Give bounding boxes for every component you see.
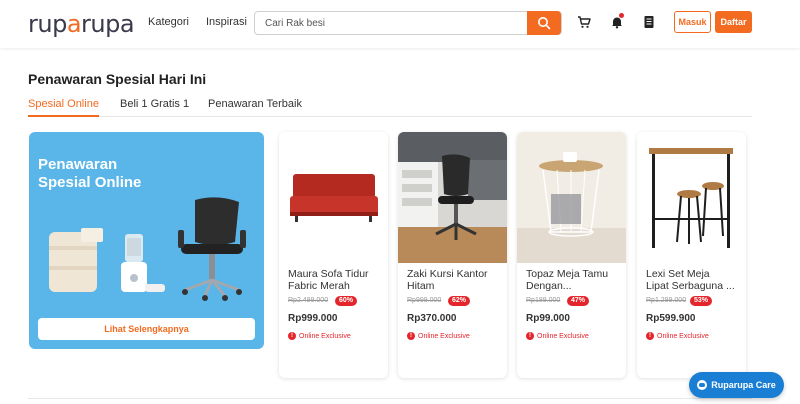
- search-icon: [538, 17, 551, 30]
- product-name-line1: Topaz Meja Tamu: [526, 268, 609, 280]
- product-image-coffee-table: [517, 132, 626, 263]
- discount-badge: 62%: [448, 296, 471, 306]
- receipt-icon[interactable]: [641, 13, 657, 31]
- online-exclusive-text: Online Exclusive: [299, 332, 351, 340]
- login-button[interactable]: Masuk: [674, 11, 711, 33]
- product-card[interactable]: Zaki Kursi Kantor Hitam Rp999.000 62% Rp…: [398, 132, 507, 378]
- banner-products-illustration: [49, 197, 246, 301]
- sale-price: Rp599.900: [646, 313, 696, 324]
- ruparupa-care-button[interactable]: Ruparupa Care: [689, 372, 784, 398]
- care-label: Ruparupa Care: [711, 380, 776, 390]
- online-exclusive-text: Online Exclusive: [418, 332, 470, 340]
- info-icon: !: [288, 332, 296, 340]
- promo-banner[interactable]: Penawaran Spesial Online Lihat Selengkap…: [29, 132, 264, 349]
- banner-title-line1: Penawaran: [38, 156, 118, 173]
- cart-icon[interactable]: [576, 13, 592, 31]
- product-card[interactable]: Lexi Set Meja Lipat Serbaguna ... Rp1.29…: [637, 132, 746, 378]
- product-image-bar-table-set: [637, 132, 746, 263]
- top-header: ruparupa Kategori Inspirasi Cari Rak bes…: [0, 0, 800, 48]
- chat-icon: [697, 380, 708, 390]
- online-exclusive-text: Online Exclusive: [657, 332, 709, 340]
- logo-text-accent: a: [66, 10, 82, 38]
- ruparupa-logo[interactable]: ruparupa: [28, 10, 135, 38]
- product-image-office-chair: [398, 132, 507, 263]
- product-name: Topaz Meja Tamu Dengan...: [526, 268, 622, 292]
- online-exclusive-label: ! Online Exclusive: [407, 332, 470, 340]
- logo-text-left: rup: [28, 10, 67, 38]
- info-icon: !: [407, 332, 415, 340]
- product-name-line1: Lexi Set Meja: [646, 268, 710, 280]
- sale-price: Rp370.000: [407, 313, 457, 324]
- online-exclusive-text: Online Exclusive: [537, 332, 589, 340]
- offer-tabs: Spesial Online Beli 1 Gratis 1 Penawaran…: [28, 98, 752, 117]
- discount-badge: 60%: [335, 296, 358, 306]
- tab-spesial-online[interactable]: Spesial Online: [28, 98, 99, 117]
- product-name-line1: Zaki Kursi Kantor: [407, 268, 488, 280]
- section-title: Penawaran Spesial Hari Ini: [28, 71, 207, 87]
- search-input[interactable]: Cari Rak besi: [265, 18, 325, 29]
- original-price: Rp999.000: [407, 297, 442, 304]
- product-name: Maura Sofa Tidur Fabric Merah: [288, 268, 384, 292]
- original-price: Rp1.299.000: [646, 297, 687, 304]
- product-image-sofa: [279, 132, 388, 263]
- original-price: Rp189.000: [526, 297, 561, 304]
- notification-dot: [619, 13, 624, 18]
- tab-penawaran-terbaik[interactable]: Penawaran Terbaik: [208, 98, 302, 117]
- info-icon: !: [526, 332, 534, 340]
- product-name-line2: Fabric Merah: [288, 280, 350, 292]
- logo-text-right: rupa: [81, 10, 135, 38]
- sale-price: Rp99.000: [526, 313, 570, 324]
- nav-inspirasi[interactable]: Inspirasi: [206, 16, 247, 28]
- discount-badge: 53%: [690, 296, 713, 306]
- product-card[interactable]: Topaz Meja Tamu Dengan... Rp189.000 47% …: [517, 132, 626, 378]
- discount-badge: 47%: [567, 296, 590, 306]
- info-icon: !: [646, 332, 654, 340]
- tab-beli-1-gratis-1[interactable]: Beli 1 Gratis 1: [120, 98, 189, 117]
- online-exclusive-label: ! Online Exclusive: [526, 332, 589, 340]
- product-name-line2: Lipat Serbaguna ...: [646, 280, 735, 292]
- nav-kategori[interactable]: Kategori: [148, 16, 189, 28]
- see-more-button[interactable]: Lihat Selengkapnya: [38, 318, 255, 340]
- product-name-line1: Maura Sofa Tidur: [288, 268, 369, 280]
- product-card[interactable]: Maura Sofa Tidur Fabric Merah Rp2.499.00…: [279, 132, 388, 378]
- notification-button[interactable]: [609, 13, 625, 31]
- section-divider: [28, 398, 752, 399]
- original-price: Rp2.499.000: [288, 297, 329, 304]
- search-bar[interactable]: Cari Rak besi: [254, 11, 562, 35]
- product-name-line2: Hitam: [407, 280, 435, 292]
- sale-price: Rp999.000: [288, 313, 338, 324]
- product-name-line2: Dengan...: [526, 280, 572, 292]
- online-exclusive-label: ! Online Exclusive: [646, 332, 709, 340]
- online-exclusive-label: ! Online Exclusive: [288, 332, 351, 340]
- product-name: Lexi Set Meja Lipat Serbaguna ...: [646, 268, 742, 292]
- product-name: Zaki Kursi Kantor Hitam: [407, 268, 503, 292]
- register-button[interactable]: Daftar: [715, 11, 752, 33]
- search-button[interactable]: [527, 11, 561, 35]
